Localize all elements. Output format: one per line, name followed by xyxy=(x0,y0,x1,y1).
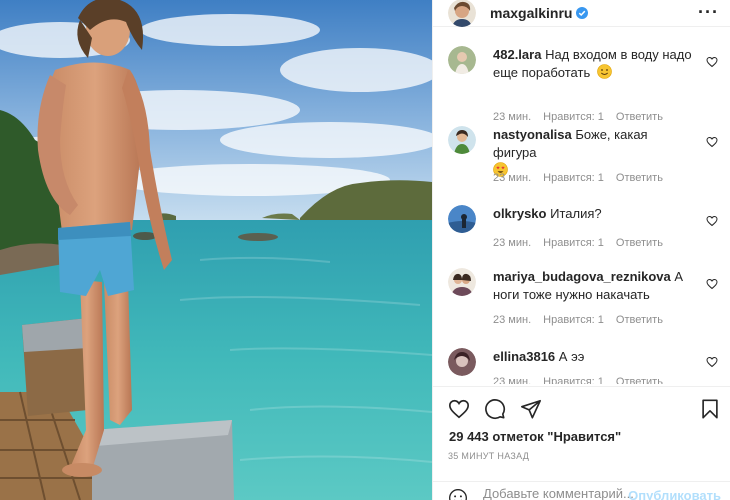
post-details-panel: maxgalkinru ··· 482.lara Над входом в во… xyxy=(432,0,730,500)
post-photo[interactable] xyxy=(0,0,432,500)
heart-icon[interactable] xyxy=(706,136,718,148)
add-comment-bar: Опубликовать xyxy=(433,481,730,500)
reply-button[interactable]: Ответить xyxy=(616,376,663,384)
comment-meta: 23 мин. Нравится: 1 Ответить xyxy=(493,172,663,184)
comment-bubble-icon[interactable] xyxy=(484,398,506,420)
heart-icon[interactable] xyxy=(706,278,718,290)
commenter-username[interactable]: ellina3816 xyxy=(493,349,555,364)
comment-likes-count[interactable]: Нравится: 1 xyxy=(543,172,604,184)
verified-badge-icon xyxy=(576,7,589,19)
commenter-avatar-image xyxy=(448,348,476,376)
like-heart-icon[interactable] xyxy=(448,398,470,420)
reply-button[interactable]: Ответить xyxy=(616,237,663,249)
comment-content: mariya_budagova_reznikova А ноги тоже ну… xyxy=(493,268,693,304)
comment-content: 482.lara Над входом в воду надо еще пора… xyxy=(493,46,693,82)
comment-meta: 23 мин. Нравится: 1 Ответить xyxy=(493,237,663,249)
comment-likes-count[interactable]: Нравится: 1 xyxy=(543,237,604,249)
commenter-avatar-image xyxy=(448,46,476,74)
comment-likes-count[interactable]: Нравится: 1 xyxy=(543,376,604,384)
commenter-username[interactable]: 482.lara xyxy=(493,47,541,62)
commenter-avatar[interactable] xyxy=(448,268,476,296)
comment-time[interactable]: 23 мин. xyxy=(493,237,531,249)
reply-button[interactable]: Ответить xyxy=(616,172,663,184)
comment-text: Италия? xyxy=(550,206,602,221)
reply-button[interactable]: Ответить xyxy=(616,314,663,326)
post-actions-section: 29 443 отметок "Нравится" 35 МИНУТ НАЗАД… xyxy=(433,386,730,500)
comment-time[interactable]: 23 мин. xyxy=(493,111,531,123)
commenter-avatar[interactable] xyxy=(448,46,476,74)
comment-likes-count[interactable]: Нравится: 1 xyxy=(543,111,604,123)
reply-button[interactable]: Ответить xyxy=(616,111,663,123)
comment-time[interactable]: 23 мин. xyxy=(493,376,531,384)
commenter-avatar-image xyxy=(448,205,476,233)
comment-likes-count[interactable]: Нравится: 1 xyxy=(543,314,604,326)
comment-meta: 23 мин. Нравится: 1 Ответить xyxy=(493,314,663,326)
comment-time[interactable]: 23 мин. xyxy=(493,172,531,184)
commenter-username[interactable]: mariya_budagova_reznikova xyxy=(493,269,671,284)
comment-time[interactable]: 23 мин. xyxy=(493,314,531,326)
heart-icon[interactable] xyxy=(706,56,718,68)
comments-list[interactable]: 482.lara Над входом в воду надо еще пора… xyxy=(433,28,730,384)
author-username[interactable]: maxgalkinru xyxy=(490,5,572,21)
post-header: maxgalkinru ··· xyxy=(433,0,730,27)
smiling-face-emoji-icon-shape xyxy=(597,64,612,79)
share-paper-plane-icon[interactable] xyxy=(520,398,542,420)
smiling-face-emoji-icon xyxy=(597,64,612,79)
comment-content: ellina3816 А ээ xyxy=(493,348,693,366)
commenter-avatar-image xyxy=(448,268,476,296)
publish-button[interactable]: Опубликовать xyxy=(628,488,721,500)
author-avatar-image xyxy=(448,0,476,27)
author-avatar[interactable] xyxy=(448,0,476,27)
comment-meta: 23 мин. Нравится: 1 Ответить xyxy=(493,111,663,123)
commenter-avatar-image xyxy=(448,126,476,154)
more-options-icon[interactable]: ··· xyxy=(698,3,719,21)
heart-icon[interactable] xyxy=(706,356,718,368)
likes-count[interactable]: 29 443 отметок "Нравится" xyxy=(449,429,621,444)
emoji-picker-icon[interactable] xyxy=(448,488,468,500)
heart-icon[interactable] xyxy=(706,215,718,227)
commenter-avatar[interactable] xyxy=(448,348,476,376)
commenter-avatar[interactable] xyxy=(448,205,476,233)
comment-content: olkrysko Италия? xyxy=(493,205,693,223)
commenter-username[interactable]: nastyonalisa xyxy=(493,127,572,142)
comment-meta: 23 мин. Нравится: 1 Ответить xyxy=(493,376,663,384)
bookmark-save-icon[interactable] xyxy=(699,398,721,420)
post-timestamp[interactable]: 35 МИНУТ НАЗАД xyxy=(448,451,529,461)
commenter-avatar[interactable] xyxy=(448,126,476,154)
beach-photo-illustration xyxy=(0,0,432,500)
commenter-username[interactable]: olkrysko xyxy=(493,206,546,221)
comment-text: А ээ xyxy=(558,349,585,364)
